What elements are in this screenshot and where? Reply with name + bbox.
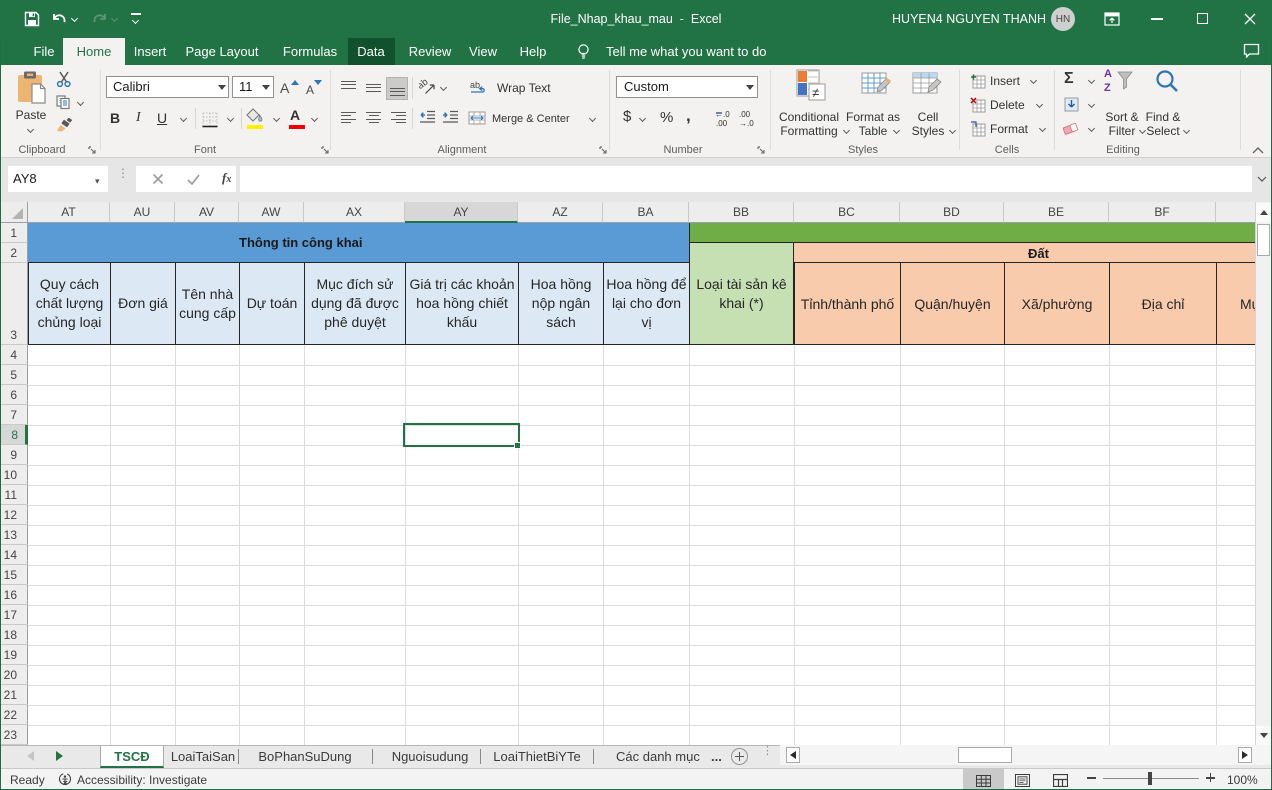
svg-text:→.0: →.0	[739, 119, 754, 127]
svg-text:.00: .00	[716, 119, 728, 127]
svg-text:≠: ≠	[812, 85, 819, 100]
svg-text:.00: .00	[739, 110, 751, 119]
svg-text:ab: ab	[470, 80, 480, 90]
svg-text:←.0: ←.0	[715, 110, 730, 119]
